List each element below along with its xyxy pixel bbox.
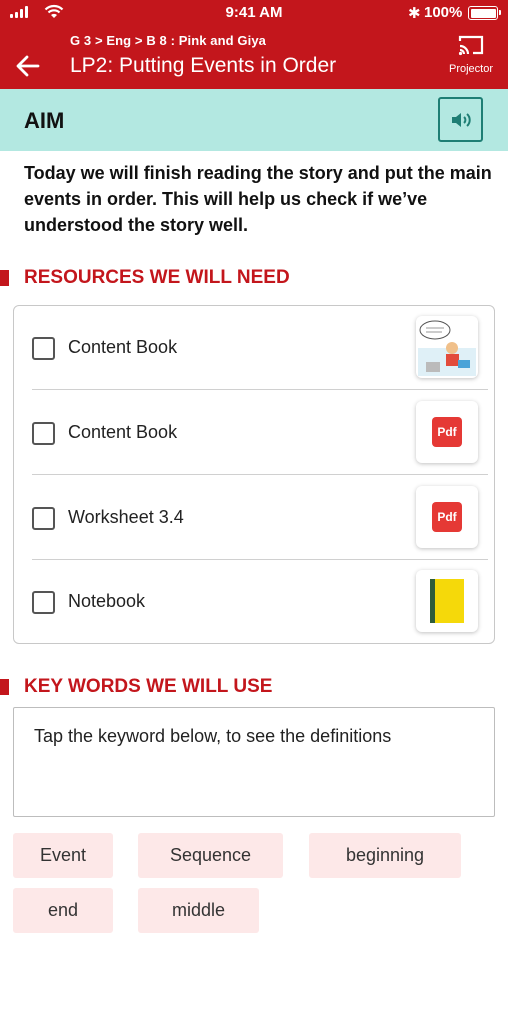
keyword-chip[interactable]: middle bbox=[138, 888, 259, 933]
status-bar: 9:41 AM ✱ 100% bbox=[0, 0, 508, 26]
resource-checkbox[interactable] bbox=[32, 337, 55, 360]
resource-checkbox[interactable] bbox=[32, 507, 55, 530]
pdf-thumbnail[interactable]: Pdf bbox=[416, 486, 478, 548]
resources-heading: RESOURCES WE WILL NEED bbox=[0, 266, 290, 290]
resource-row[interactable]: Worksheet 3.4 Pdf bbox=[32, 476, 488, 561]
resources-heading-text: RESOURCES WE WILL NEED bbox=[24, 267, 290, 288]
row-divider bbox=[32, 474, 488, 475]
aim-heading: AIM bbox=[24, 108, 65, 133]
resources-card: Content Book Content Book Pdf Worksheet … bbox=[13, 305, 495, 644]
cast-icon bbox=[458, 35, 484, 56]
heading-marker bbox=[0, 679, 9, 695]
page-title: LP2: Putting Events in Order bbox=[70, 54, 337, 77]
aim-description: Today we will finish reading the story a… bbox=[24, 163, 492, 235]
resource-checkbox[interactable] bbox=[32, 422, 55, 445]
pdf-thumbnail[interactable]: Pdf bbox=[416, 401, 478, 463]
resource-label: Content Book bbox=[68, 422, 178, 442]
battery-percent: 100% bbox=[424, 4, 463, 21]
heading-marker bbox=[0, 270, 9, 286]
resource-label: Content Book bbox=[68, 337, 178, 357]
resource-row[interactable]: Notebook bbox=[32, 560, 488, 645]
resource-row[interactable]: Content Book Pdf bbox=[32, 391, 488, 476]
projector-label: Projector bbox=[448, 63, 494, 75]
notebook-icon bbox=[430, 579, 464, 623]
keyword-hint: Tap the keyword below, to see the defini… bbox=[34, 726, 392, 746]
resource-label: Notebook bbox=[68, 591, 146, 611]
projector-button[interactable]: Projector bbox=[440, 34, 502, 75]
keyword-definition-box: Tap the keyword below, to see the defini… bbox=[13, 707, 495, 817]
resource-checkbox[interactable] bbox=[32, 591, 55, 614]
keyword-chip[interactable]: beginning bbox=[309, 833, 461, 878]
row-divider bbox=[32, 389, 488, 390]
bluetooth-icon: ✱ bbox=[408, 5, 421, 22]
keywords-heading-text: KEY WORDS WE WILL USE bbox=[24, 676, 273, 697]
app-header: 9:41 AM ✱ 100% G 3 > Eng > B 8 : Pink an… bbox=[0, 0, 508, 89]
speaker-button[interactable] bbox=[438, 97, 483, 142]
notebook-thumbnail[interactable] bbox=[416, 570, 478, 632]
keyword-chip[interactable]: Sequence bbox=[138, 833, 283, 878]
keywords-heading: KEY WORDS WE WILL USE bbox=[0, 675, 272, 699]
speaker-icon bbox=[451, 112, 471, 127]
comic-thumbnail-image bbox=[418, 318, 476, 376]
aim-band: AIM bbox=[0, 89, 508, 151]
battery-icon bbox=[468, 6, 501, 20]
resource-label: Worksheet 3.4 bbox=[68, 507, 184, 527]
pdf-icon: Pdf bbox=[432, 417, 462, 447]
keyword-chip[interactable]: end bbox=[13, 888, 113, 933]
resource-row[interactable]: Content Book bbox=[32, 306, 488, 391]
comic-thumbnail[interactable] bbox=[416, 316, 478, 378]
keyword-chip[interactable]: Event bbox=[13, 833, 113, 878]
breadcrumb: G 3 > Eng > B 8 : Pink and Giya bbox=[70, 33, 266, 48]
arrow-left-icon[interactable] bbox=[14, 52, 42, 80]
pdf-icon: Pdf bbox=[432, 502, 462, 532]
